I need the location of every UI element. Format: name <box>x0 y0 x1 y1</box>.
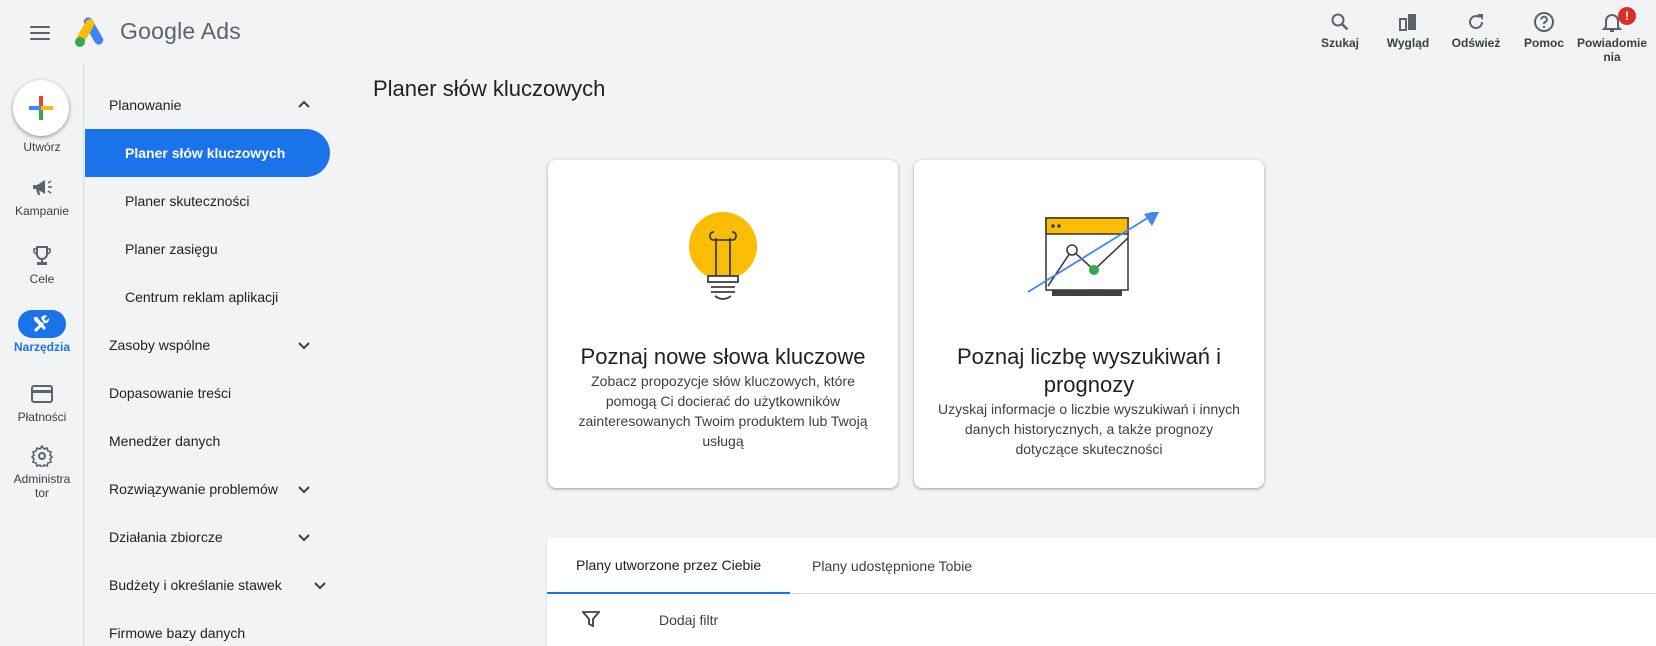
notifications-label: Powiadomie nia <box>1576 36 1647 64</box>
chevron-down-icon <box>298 342 310 350</box>
search-volume-card[interactable]: Poznaj liczbę wyszukiwań i prognozy Uzys… <box>914 160 1264 488</box>
chevron-down-icon <box>298 486 310 494</box>
rail-label: Kampanie <box>14 204 70 218</box>
google-ads-logo <box>75 17 104 47</box>
card-description: Uzyskaj informacje o liczbie wyszukiwań … <box>938 401 1240 457</box>
card-title: Poznaj liczbę wyszukiwań i prognozy <box>956 344 1222 397</box>
rail-item-campaigns[interactable]: Kampanie <box>0 174 84 218</box>
appearance-label: Wygląd <box>1386 36 1430 50</box>
plans-panel: Plany utworzone przez Ciebie Plany udost… <box>547 538 1656 646</box>
tab-label: Plany udostępnione Tobie <box>812 558 973 574</box>
menu-icon[interactable] <box>28 22 52 42</box>
help-button[interactable]: Pomoc <box>1510 6 1578 66</box>
trophy-icon <box>18 242 66 270</box>
appearance-button[interactable]: Wygląd <box>1374 6 1442 66</box>
nav-item-app-ads-hub[interactable]: Centrum reklam aplikacji <box>85 273 330 321</box>
nav-item-reach-planner[interactable]: Planer zasięgu <box>85 225 330 273</box>
top-bar: Google Ads Szukaj Wygląd Odśwież Pomoc !… <box>0 0 1656 64</box>
create-button[interactable] <box>13 80 69 136</box>
discover-keywords-card[interactable]: Poznaj nowe słowa kluczowe Zobacz propoz… <box>548 160 898 488</box>
nav-label: Centrum reklam aplikacji <box>125 289 279 305</box>
rail-label: Cele <box>29 272 55 286</box>
create-label: Utwórz <box>23 140 61 154</box>
tab-label: Plany utworzone przez Ciebie <box>576 557 762 573</box>
left-rail: Utwórz Kampanie Cele Narzędzia Płatności… <box>0 64 84 646</box>
nav-item-shared-library[interactable]: Zasoby wspólne <box>85 321 330 369</box>
tools-icon <box>18 310 66 338</box>
nav-label: Rozwiązywanie problemów <box>109 481 278 497</box>
brand-name[interactable]: Google Ads <box>120 18 241 45</box>
search-icon <box>1331 13 1349 31</box>
search-button[interactable]: Szukaj <box>1306 6 1374 66</box>
help-icon <box>1534 12 1554 32</box>
filter-row: Dodaj filtr <box>547 595 1656 646</box>
nav-label: Planer skuteczności <box>125 193 250 209</box>
rail-item-billing[interactable]: Płatności <box>0 380 84 424</box>
nav-item-bulk-actions[interactable]: Działania zbiorcze <box>85 513 330 561</box>
lightbulb-illustration <box>689 212 757 300</box>
side-navigation: Planowanie Planer słów kluczowych Planer… <box>85 64 335 646</box>
nav-item-business-data[interactable]: Firmowe bazy danych <box>85 609 330 646</box>
plans-tabs: Plany utworzone przez Ciebie Plany udost… <box>547 538 1656 594</box>
plus-icon <box>29 96 53 120</box>
nav-item-data-manager[interactable]: Menedżer danych <box>85 417 330 465</box>
refresh-label: Odśwież <box>1451 36 1501 50</box>
nav-label: Planer zasięgu <box>125 241 218 257</box>
nav-label: Budżety i określanie stawek <box>109 577 282 593</box>
page-title: Planer słów kluczowych <box>373 76 606 101</box>
card-description: Zobacz propozycje słów kluczowych, które… <box>578 373 868 449</box>
appearance-icon <box>1399 14 1416 31</box>
refresh-icon <box>1469 14 1484 30</box>
tab-my-plans[interactable]: Plany utworzone przez Ciebie <box>547 538 791 594</box>
notifications-button[interactable]: ! Powiadomie nia <box>1576 6 1647 66</box>
campaign-icon <box>18 174 66 202</box>
nav-item-troubleshooting[interactable]: Rozwiązywanie problemów <box>85 465 330 513</box>
nav-label: Firmowe bazy danych <box>109 625 246 641</box>
help-label: Pomoc <box>1523 36 1564 50</box>
rail-label: Płatności <box>17 410 67 424</box>
nav-item-planning[interactable]: Planowanie <box>85 81 330 129</box>
nav-label: Działania zbiorcze <box>109 529 223 545</box>
chevron-down-icon <box>314 582 326 590</box>
nav-label: Menedżer danych <box>109 433 221 449</box>
search-label: Szukaj <box>1320 36 1359 50</box>
nav-label: Dopasowanie treści <box>109 385 232 401</box>
rail-item-tools[interactable]: Narzędzia <box>0 310 84 354</box>
rail-label: Narzędzia <box>13 340 71 354</box>
notification-badge: ! <box>1618 7 1636 25</box>
nav-item-keyword-planner[interactable]: Planer słów kluczowych <box>85 129 330 177</box>
chevron-up-icon <box>298 100 310 108</box>
filter-icon[interactable] <box>582 610 600 628</box>
nav-label: Planer słów kluczowych <box>125 145 286 161</box>
top-actions: Szukaj Wygląd Odśwież Pomoc ! Powiadomie… <box>1306 6 1647 66</box>
card-title: Poznaj nowe słowa kluczowe <box>580 344 866 369</box>
chart-illustration <box>1027 212 1159 296</box>
nav-item-content-suitability[interactable]: Dopasowanie treści <box>85 369 330 417</box>
nav-label: Zasoby wspólne <box>109 337 211 353</box>
gear-icon <box>18 442 66 470</box>
tab-shared-plans[interactable]: Plany udostępnione Tobie <box>783 538 1001 594</box>
create-label-item[interactable]: Utwórz <box>0 138 84 154</box>
nav-item-budgets-bidding[interactable]: Budżety i określanie stawek <box>85 561 330 609</box>
nav-label: Planowanie <box>109 97 182 113</box>
add-filter-button[interactable]: Dodaj filtr <box>659 612 718 628</box>
nav-item-performance-planner[interactable]: Planer skuteczności <box>85 177 330 225</box>
chevron-down-icon <box>298 534 310 542</box>
rail-item-admin[interactable]: Administra tor <box>0 442 84 500</box>
rail-item-goals[interactable]: Cele <box>0 242 84 286</box>
card-icon <box>18 380 66 408</box>
refresh-button[interactable]: Odśwież <box>1442 6 1510 66</box>
rail-label: Administra tor <box>13 472 71 500</box>
